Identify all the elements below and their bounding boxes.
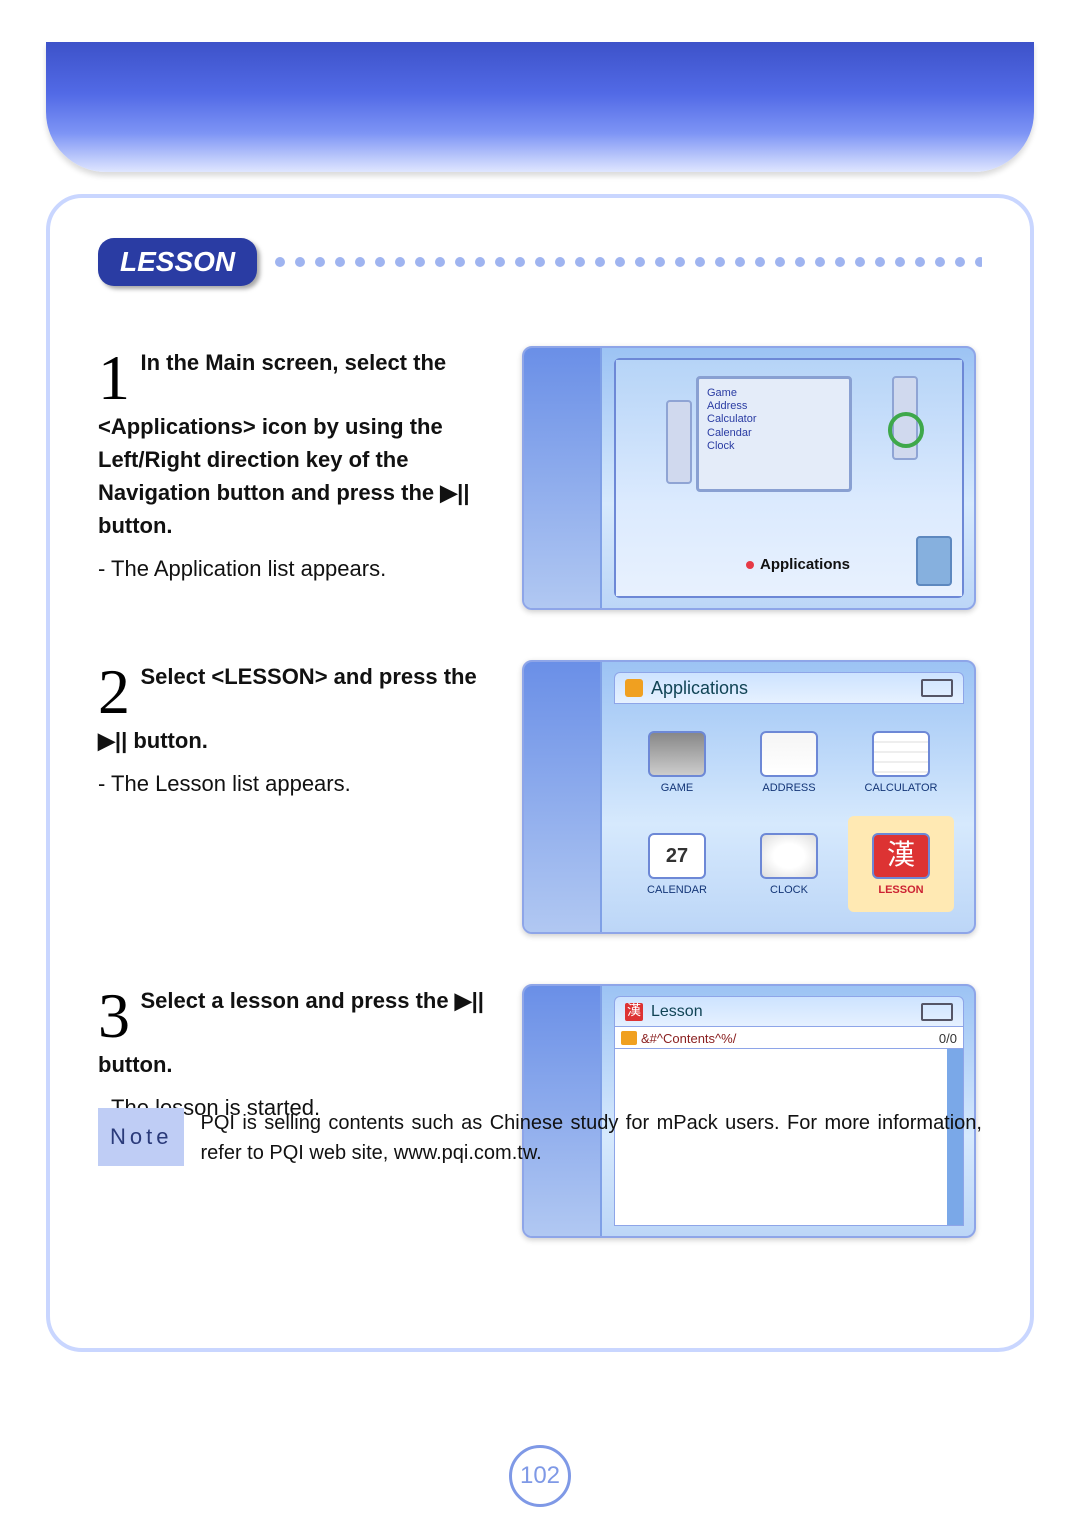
tv-icon: Game Address Calculator Calendar Clock [696, 376, 852, 492]
note-row: Note PQI is selling contents such as Chi… [98, 1108, 982, 1168]
app-label: CALCULATOR [865, 783, 938, 794]
applications-titlebar-icon [625, 679, 643, 697]
app-label: ADDRESS [762, 783, 815, 794]
address-icon [760, 731, 818, 777]
battery-icon [921, 1003, 953, 1021]
folder-icon [621, 1031, 637, 1045]
clock-icon [760, 833, 818, 879]
speaker-icon [666, 400, 692, 484]
calculator-icon [872, 731, 930, 777]
lesson-titlebar-icon: 漢 [625, 1003, 643, 1021]
step-1-screenshot: Game Address Calculator Calendar Clock A… [522, 346, 976, 610]
tv-menu-list: Game Address Calculator Calendar Clock [707, 387, 757, 453]
app-lesson: 漢 LESSON [848, 816, 954, 912]
step-1-number: 1 [98, 346, 130, 410]
main-screen-room: Game Address Calculator Calendar Clock A… [616, 360, 962, 596]
step-1-title: In the Main screen, select the <Applicat… [98, 350, 469, 538]
lesson-titlebar: 漢 Lesson [614, 996, 964, 1028]
step-2-title: Select <LESSON> and press the ▶|| button… [98, 664, 477, 753]
device-side [524, 662, 602, 932]
app-game: GAME [624, 714, 730, 810]
step-2: 2 Select <LESSON> and press the ▶|| butt… [98, 660, 982, 934]
app-label: CALENDAR [647, 885, 707, 896]
step-2-number: 2 [98, 660, 130, 724]
step-3-number: 3 [98, 984, 130, 1048]
lesson-titlebar-text: Lesson [651, 1004, 703, 1020]
section-heading-badge: LESSON [98, 238, 257, 286]
step-2-title-a: Select <LESSON> and press the [140, 664, 476, 689]
lesson-path-bar: &#^Contents^%/ 0/0 [614, 1026, 964, 1050]
applications-label: Applications [746, 557, 850, 572]
page: LESSON 1 In the Main screen, select the … [0, 0, 1080, 1529]
header-banner [46, 42, 1034, 172]
step-3-title: Select a lesson and press the ▶|| button… [98, 988, 484, 1077]
app-label: CLOCK [770, 885, 808, 896]
app-calculator: CALCULATOR [848, 714, 954, 810]
device-screen: Game Address Calculator Calendar Clock A… [614, 358, 964, 598]
step-2-screenshot: Applications GAME ADDRESS CALCULATOR 27 C… [522, 660, 976, 934]
dotted-rule [275, 257, 982, 267]
play-pause-icon: ▶|| [98, 728, 127, 753]
lesson-count: 0/0 [939, 1032, 957, 1045]
game-icon [648, 731, 706, 777]
step-1: 1 In the Main screen, select the <Applic… [98, 346, 982, 610]
applications-titlebar: Applications [614, 672, 964, 704]
content-frame: LESSON 1 In the Main screen, select the … [46, 194, 1034, 1352]
step-2-text: 2 Select <LESSON> and press the ▶|| butt… [98, 660, 498, 800]
app-calendar: 27 CALENDAR [624, 816, 730, 912]
page-number: 102 [509, 1445, 571, 1507]
picture-frame-icon [916, 536, 952, 586]
lesson-path-text: &#^Contents^%/ [641, 1032, 736, 1045]
app-label: LESSON [878, 885, 923, 896]
section-heading-row: LESSON [98, 238, 982, 286]
play-pause-icon: ▶|| [440, 480, 469, 505]
play-pause-icon: ▶|| [455, 988, 484, 1013]
step-3-title-b: button. [98, 1052, 173, 1077]
step-1-title-b: button. [98, 513, 173, 538]
app-address: ADDRESS [736, 714, 842, 810]
note-text: PQI is selling contents such as Chinese … [200, 1108, 982, 1168]
step-1-text: 1 In the Main screen, select the <Applic… [98, 346, 498, 585]
step-1-sub: - The Application list appears. [98, 552, 498, 585]
battery-icon [921, 679, 953, 697]
note-badge: Note [98, 1108, 184, 1166]
calendar-icon: 27 [648, 833, 706, 879]
app-clock: CLOCK [736, 816, 842, 912]
step-1-title-a: In the Main screen, select the <Applicat… [98, 350, 446, 505]
step-3-text: 3 Select a lesson and press the ▶|| butt… [98, 984, 498, 1124]
lesson-icon: 漢 [872, 833, 930, 879]
app-label: GAME [661, 783, 693, 794]
headphone-icon [888, 412, 924, 448]
step-2-title-b: button. [127, 728, 208, 753]
device-side [524, 348, 602, 608]
applications-titlebar-text: Applications [651, 679, 748, 697]
step-2-sub: - The Lesson list appears. [98, 767, 498, 800]
step-3-title-a: Select a lesson and press the [140, 988, 454, 1013]
applications-grid: GAME ADDRESS CALCULATOR 27 CALENDAR CLOCK… [614, 704, 964, 922]
